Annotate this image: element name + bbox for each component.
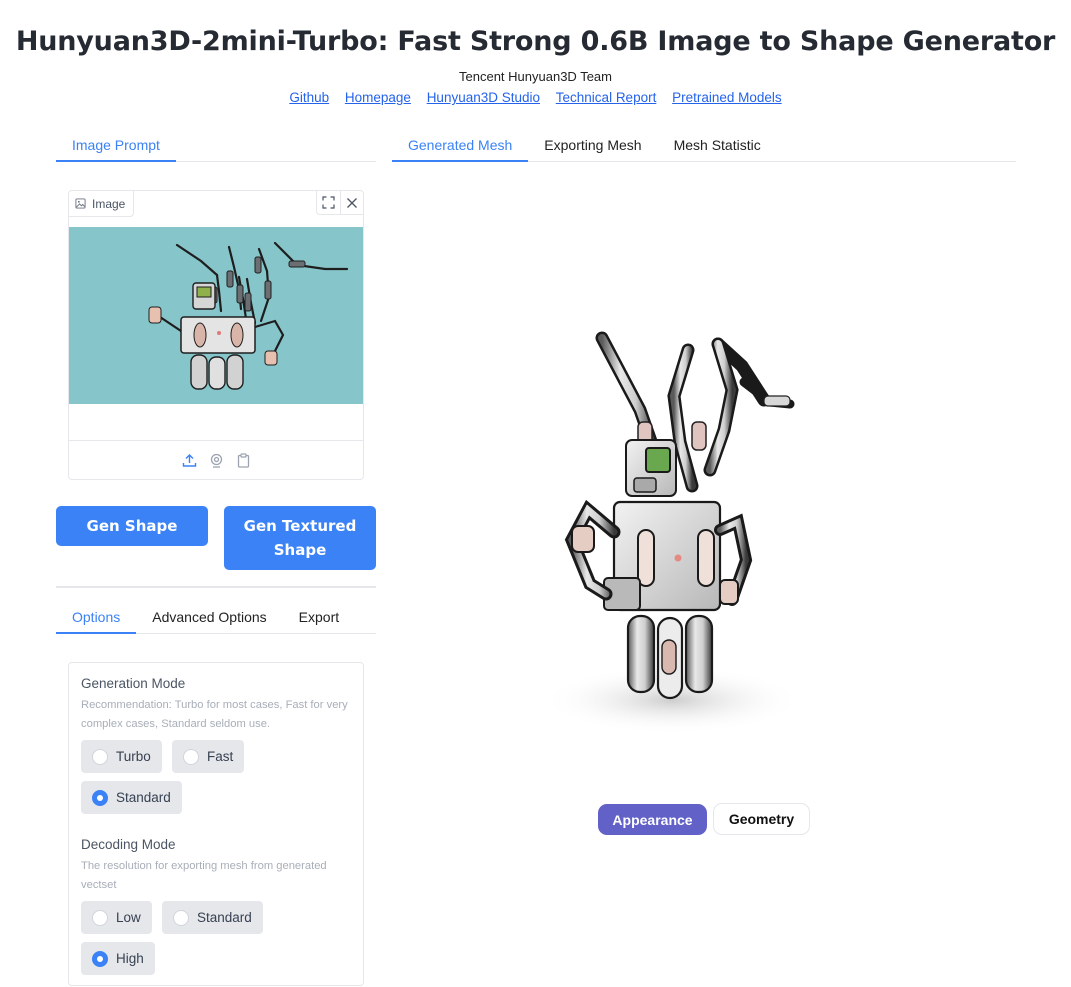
radio-standard-decoding[interactable]: Standard (162, 901, 263, 934)
decoding-mode-description: The resolution for exporting mesh from g… (81, 860, 327, 891)
link-homepage[interactable]: Homepage (345, 90, 411, 105)
clipboard-icon[interactable] (235, 452, 252, 469)
link-technical-report[interactable]: Technical Report (556, 90, 657, 105)
webcam-icon[interactable] (208, 452, 225, 469)
close-icon[interactable] (340, 191, 363, 214)
image-label: Image (69, 191, 135, 217)
gen-shape-label: Gen Shape (86, 517, 178, 535)
fullscreen-icon[interactable] (317, 191, 340, 214)
radio-standard-generation-label: Standard (116, 790, 171, 805)
radio-low-label: Low (116, 910, 141, 925)
radio-turbo[interactable]: Turbo (81, 740, 162, 773)
link-studio[interactable]: Hunyuan3D Studio (427, 90, 540, 105)
appearance-button[interactable]: Appearance (598, 804, 707, 835)
link-pretrained-models[interactable]: Pretrained Models (672, 90, 782, 105)
radio-fast[interactable]: Fast (172, 740, 245, 773)
tab-generated-mesh[interactable]: Generated Mesh (392, 130, 529, 162)
page-title: Hunyuan3D-2mini-Turbo: Fast Strong 0.6B … (15, 26, 1056, 57)
gen-textured-shape-button[interactable]: Gen Textured Shape (224, 506, 376, 570)
decoding-mode-title: Decoding Mode (81, 837, 176, 852)
radio-dot (92, 748, 108, 765)
image-source-bar (69, 440, 363, 480)
tab-image-prompt[interactable]: Image Prompt (56, 130, 176, 162)
options-tabbar: Options Advanced Options Export (56, 602, 376, 634)
radio-dot (173, 909, 189, 926)
generation-mode-title: Generation Mode (81, 676, 186, 691)
left-tabbar: Image Prompt (56, 130, 376, 162)
radio-high-label: High (116, 951, 144, 966)
image-tools (316, 191, 363, 215)
tab-export[interactable]: Export (283, 602, 355, 633)
tab-advanced-options[interactable]: Advanced Options (136, 602, 282, 633)
geometry-button[interactable]: Geometry (713, 803, 810, 835)
options-panel: Generation Mode Recommendation: Turbo fo… (68, 662, 364, 986)
radio-standard-decoding-label: Standard (197, 910, 252, 925)
gen-shape-button[interactable]: Gen Shape (56, 506, 208, 546)
tab-exporting-mesh[interactable]: Exporting Mesh (528, 130, 657, 161)
section-divider (56, 586, 376, 588)
upload-icon[interactable] (181, 452, 198, 469)
radio-turbo-label: Turbo (116, 749, 151, 764)
right-tabbar: Generated Mesh Exporting Mesh Mesh Stati… (392, 130, 1016, 162)
radio-dot (92, 909, 108, 926)
tab-mesh-statistic[interactable]: Mesh Statistic (658, 130, 777, 161)
image-icon (75, 198, 86, 209)
team-label: Tencent Hunyuan3D Team (459, 69, 612, 84)
radio-dot-selected (92, 950, 108, 967)
tab-options[interactable]: Options (56, 602, 137, 634)
gen-textured-label-line2: Shape (273, 541, 327, 559)
image-label-text: Image (92, 196, 126, 211)
mesh-viewer[interactable] (392, 160, 1016, 790)
radio-low[interactable]: Low (81, 901, 152, 934)
radio-dot (183, 748, 199, 765)
radio-dot-selected (92, 789, 108, 806)
gen-textured-label-line1: Gen Textured (243, 517, 357, 535)
generation-mode-description: Recommendation: Turbo for most cases, Fa… (81, 699, 348, 730)
link-github[interactable]: Github (289, 90, 329, 105)
radio-standard-generation[interactable]: Standard (81, 781, 182, 814)
header-links: Github Homepage Hunyuan3D Studio Technic… (0, 90, 1071, 105)
radio-high[interactable]: High (81, 942, 155, 975)
radio-fast-label: Fast (207, 749, 234, 764)
image-input: Image (68, 190, 364, 480)
uploaded-image (69, 227, 363, 404)
